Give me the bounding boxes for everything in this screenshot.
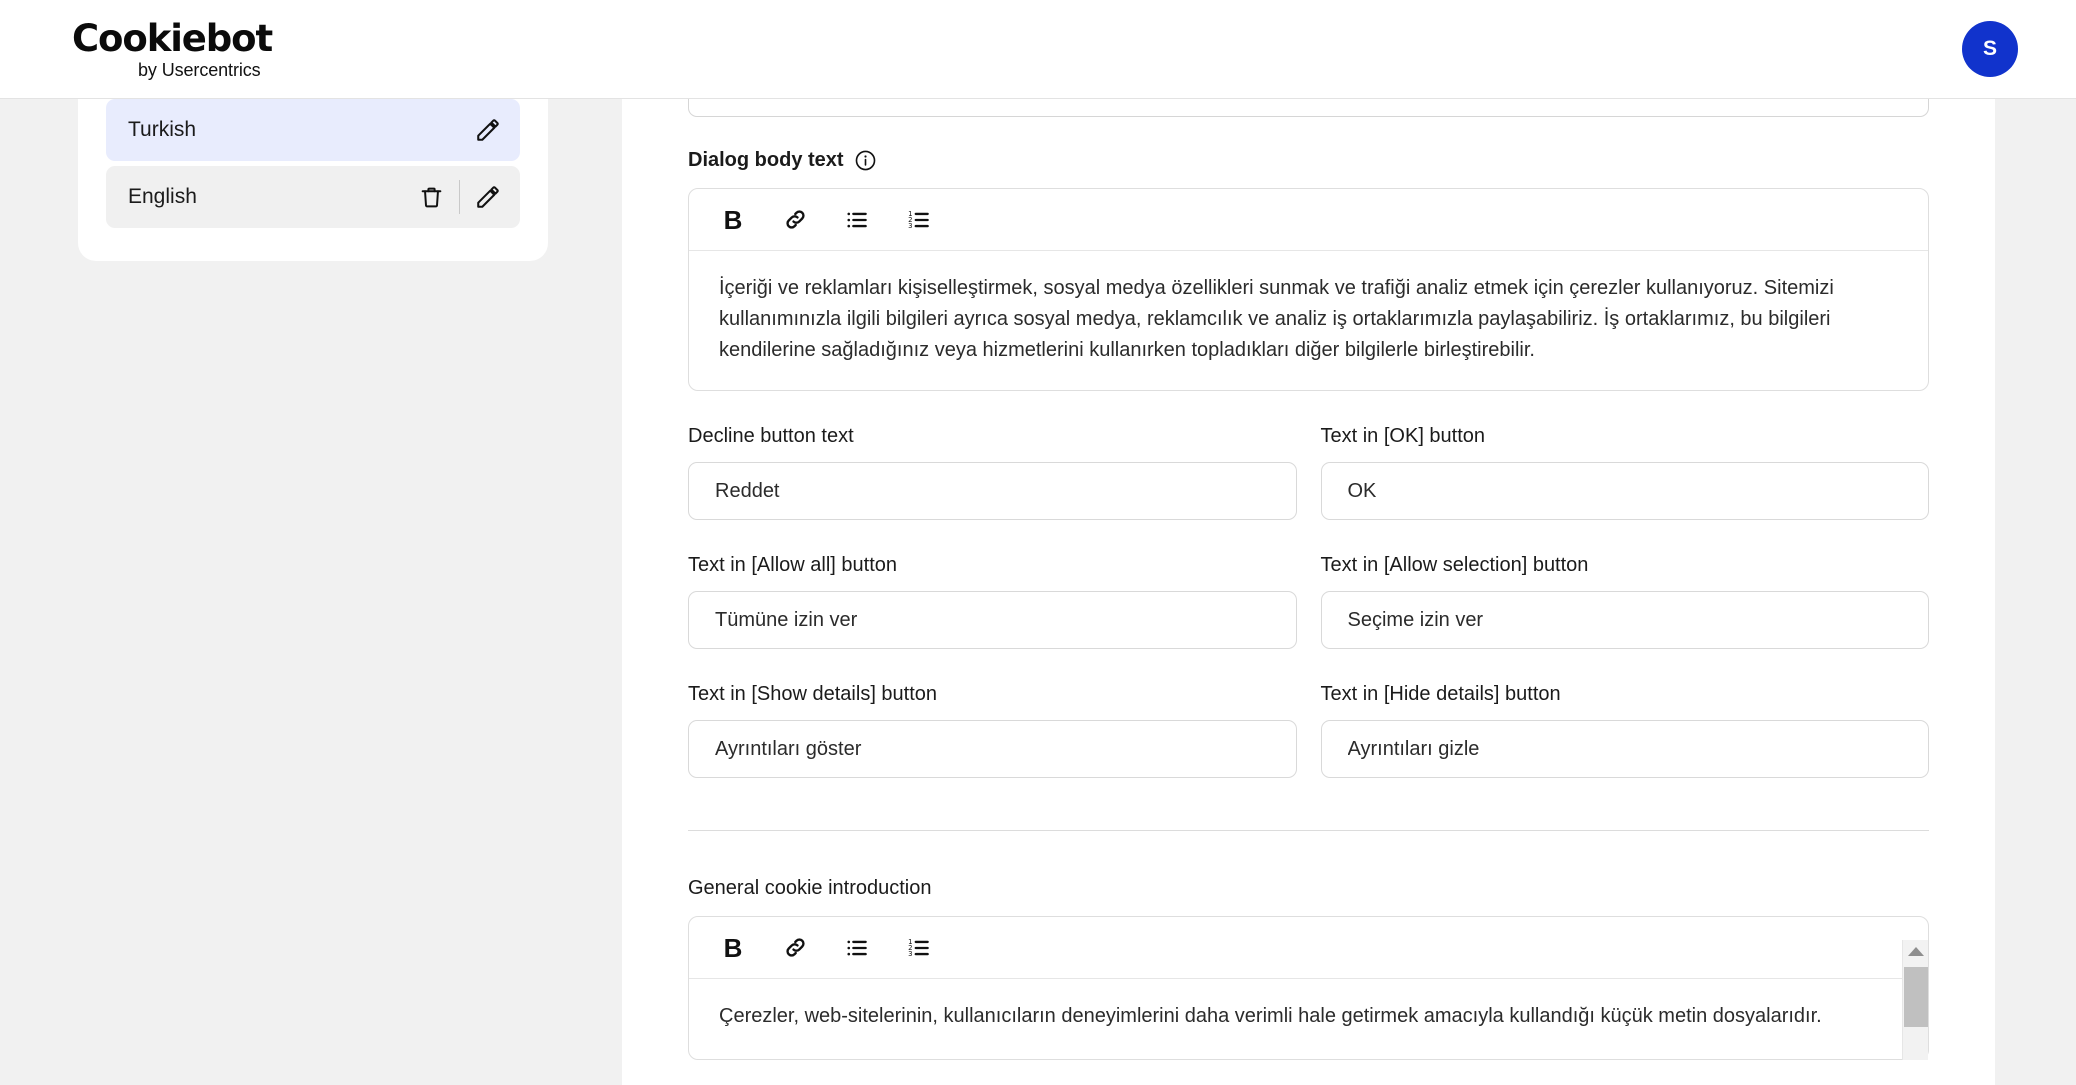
field-label: Decline button text	[688, 425, 854, 447]
section-divider	[688, 830, 1929, 831]
button-text-fields-grid: Decline button text Text in [OK] button …	[688, 391, 1929, 778]
field-label: Text in [Allow selection] button	[1320, 554, 1589, 576]
scroll-up-arrow-icon[interactable]	[1907, 947, 1924, 956]
field-label: Text in [Allow all] button	[688, 554, 897, 576]
bold-icon[interactable]: B	[713, 928, 753, 968]
info-icon[interactable]	[854, 149, 877, 172]
ok-button-text-input[interactable]	[1320, 462, 1929, 520]
allow-all-button-text-input[interactable]	[688, 591, 1297, 649]
field-allow-all-button-text: Text in [Allow all] button	[688, 554, 1297, 649]
general-intro-editor[interactable]: B 1 2 3 Çerezler, web-sitelerinin, kulla…	[688, 916, 1929, 1060]
show-details-button-text-input[interactable]	[688, 720, 1297, 778]
decline-button-text-input[interactable]	[688, 462, 1297, 520]
field-show-details-button-text: Text in [Show details] button	[688, 683, 1297, 778]
general-intro-text: Çerezler, web-sitelerinin, kullanıcıları…	[719, 1005, 1822, 1027]
edit-pencil-icon[interactable]	[466, 175, 510, 219]
bullet-list-icon[interactable]	[837, 928, 877, 968]
bold-glyph: B	[723, 204, 743, 235]
editor-toolbar: B 1 2 3	[689, 189, 1928, 251]
bold-glyph: B	[723, 932, 743, 963]
language-actions	[409, 175, 510, 219]
numbered-list-icon[interactable]: 1 2 3	[899, 200, 939, 240]
top-bar: Cookiebot by Usercentrics S	[0, 0, 2076, 99]
delete-trash-icon[interactable]	[409, 175, 453, 219]
dialog-body-editor[interactable]: B 1 2 3 İçeriği ve reklamları kişiselleş…	[688, 188, 1929, 391]
allow-selection-button-text-input[interactable]	[1320, 591, 1929, 649]
logo-wordmark: Cookiebot	[72, 16, 273, 60]
field-allow-selection-button-text: Text in [Allow selection] button	[1320, 554, 1929, 649]
dialog-body-editor-content[interactable]: İçeriği ve reklamları kişiselleştirmek, …	[689, 251, 1928, 390]
link-icon[interactable]	[775, 200, 815, 240]
link-icon[interactable]	[775, 928, 815, 968]
language-list-card: Turkish English	[78, 99, 548, 261]
cookiebot-logo[interactable]: Cookiebot by Usercentrics	[72, 16, 273, 80]
sidebar-item-turkish[interactable]: Turkish	[106, 99, 520, 161]
svg-text:3: 3	[908, 222, 912, 230]
field-label: Text in [OK] button	[1320, 425, 1486, 447]
bold-icon[interactable]: B	[713, 200, 753, 240]
svg-text:3: 3	[908, 950, 912, 958]
label-text: Dialog body text	[688, 149, 844, 171]
language-label: English	[128, 185, 197, 208]
general-intro-editor-content[interactable]: Çerezler, web-sitelerinin, kullanıcıları…	[689, 979, 1928, 1059]
edit-pencil-icon[interactable]	[466, 108, 510, 152]
numbered-list-icon[interactable]: 1 2 3	[899, 928, 939, 968]
hide-details-button-text-input[interactable]	[1320, 720, 1929, 778]
logo-tagline: by Usercentrics	[138, 59, 261, 80]
scrollbar-thumb[interactable]	[1903, 967, 1928, 1027]
dialog-body-text: İçeriği ve reklamları kişiselleştirmek, …	[719, 277, 1834, 361]
field-label: Text in [Show details] button	[688, 683, 938, 705]
previous-field-partial[interactable]	[688, 99, 1929, 117]
general-cookie-introduction-label: General cookie introduction	[688, 877, 932, 899]
language-label: Turkish	[128, 118, 197, 141]
field-ok-button-text: Text in [OK] button	[1320, 425, 1929, 520]
avatar[interactable]: S	[1962, 21, 2018, 77]
sidebar-item-english[interactable]: English	[106, 166, 520, 228]
field-decline-button-text: Decline button text	[688, 425, 1297, 520]
bullet-list-icon[interactable]	[837, 200, 877, 240]
page-body: Turkish English Dialog body text B 1 2 3…	[0, 99, 2076, 1085]
field-hide-details-button-text: Text in [Hide details] button	[1320, 683, 1929, 778]
editor-toolbar: B 1 2 3	[689, 917, 1928, 979]
action-divider	[459, 180, 460, 214]
language-actions	[466, 108, 510, 152]
settings-content-panel: Dialog body text B 1 2 3 İçeriği ve rekl…	[622, 99, 1995, 1085]
general-cookie-introduction-section: General cookie introduction B 1 2 3 Çere…	[688, 877, 1929, 1060]
editor-scrollbar[interactable]	[1902, 940, 1928, 1060]
dialog-body-text-label: Dialog body text	[688, 149, 1929, 172]
field-label: Text in [Hide details] button	[1320, 683, 1561, 705]
